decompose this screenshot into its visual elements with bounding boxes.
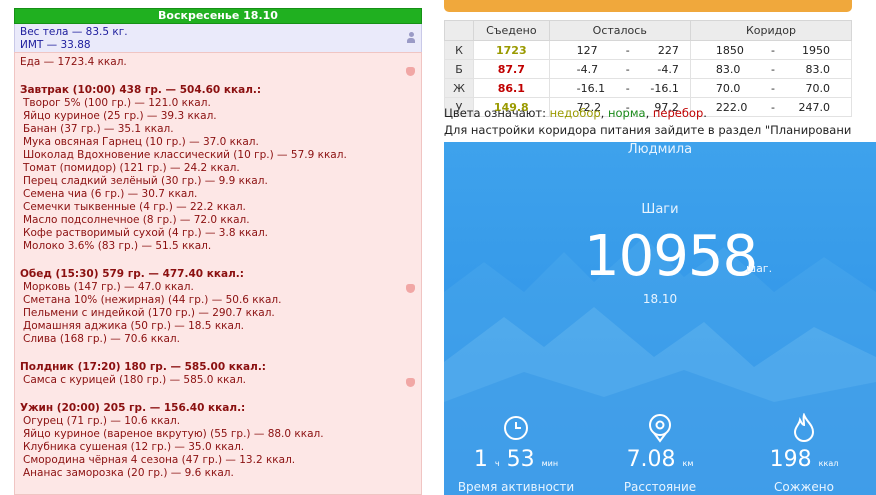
stat-value: 7.08 км (626, 447, 694, 472)
steps-date: 18.10 (642, 292, 678, 306)
meal-item: Морковь (147 гр.) — 47.0 ккал. (23, 281, 194, 293)
clock-icon (444, 412, 588, 444)
meal-item: Клубника сушеная (12 гр.) — 35.0 ккал. (23, 441, 245, 453)
steps-app-screenshot: Людмила Шаги 10958 шаг. 18.10 1 ч 53 мин… (444, 142, 876, 495)
nutrition-summary-table: Съедено Осталось Коридор К 1723 127-227 … (444, 20, 853, 117)
meal-item: Банан (37 гр.) — 35.1 ккал. (23, 123, 174, 135)
eaten-cell: 86.1 (473, 78, 550, 98)
col-left: Осталось (548, 20, 691, 41)
left-cell: -16.1- -16.1 (548, 78, 691, 98)
meals-box: Еда — 1723.4 ккал. Завтрак (10:00) 438 г… (14, 52, 422, 495)
weight-box: Вес тела — 83.5 кг. ИМТ — 33.88 (14, 24, 422, 53)
stat-distance: 7.08 км Расстояние (588, 412, 732, 495)
row-label: К (444, 40, 474, 60)
stat-value: 198 ккал (769, 447, 839, 472)
corridor-cell: 1850-1950 (689, 40, 853, 60)
col-eaten: Съедено (473, 20, 550, 41)
meal-item: Мука овсяная Гарнец (10 гр.) — 37.0 ккал… (23, 136, 259, 148)
meal-dinner: Ужин (20:00) 205 гр. — 156.40 ккал.: Огу… (20, 402, 416, 480)
legend-deficit: недобор (549, 106, 601, 120)
meal-item: Масло подсолнечное (8 гр.) — 72.0 ккал. (23, 214, 250, 226)
meal-item: Кофе растворимый сухой (4 гр.) — 3.8 кка… (23, 227, 269, 239)
stat-value: 1 ч 53 мин (473, 447, 559, 472)
meal-item: Пельмени с индейкой (170 гр.) — 290.7 кк… (23, 307, 275, 319)
table-corner (444, 20, 474, 41)
meal-title: Завтрак (10:00) 438 гр. — 504.60 ккал.: (20, 84, 262, 96)
meal-item: Слива (168 гр.) — 70.6 ккал. (23, 333, 180, 345)
meal-item: Сметана 10% (нежирная) (44 гр.) — 50.6 к… (23, 294, 282, 306)
meal-title: Ужин (20:00) 205 гр. — 156.40 ккал.: (20, 402, 246, 414)
bmi-line: ИМТ — 33.88 (20, 39, 91, 51)
meal-item: Молоко 3.6% (83 гр.) — 51.5 ккал. (23, 240, 212, 252)
legend-prefix: Цвета означают: (444, 106, 546, 120)
corridor-cell: 83.0-83.0 (689, 59, 853, 79)
person-icon[interactable] (407, 32, 415, 43)
meal-item: Домашняя аджика (50 гр.) — 18.5 ккал. (23, 320, 244, 332)
meal-item: Самса с курицей (180 гр.) — 585.0 ккал. (23, 374, 246, 386)
meal-item: Шоколад Вдохновение классический (10 гр.… (23, 149, 347, 161)
meal-lunch: Обед (15:30) 579 гр. — 477.40 ккал.: Мор… (20, 268, 416, 346)
meal-item: Смородина чёрная 4 сезона (47 гр.) — 13.… (23, 454, 296, 466)
corridor-note: Для настройки коридора питания зайдите в… (444, 124, 852, 137)
table-row: Б 87.7 -4.7- -4.7 83.0-83.0 (444, 59, 853, 79)
eaten-cell: 1723 (473, 40, 550, 60)
meal-item: Яйцо куриное (25 гр.) — 39.3 ккал. (23, 110, 217, 122)
orange-button-bar[interactable] (444, 0, 852, 12)
steps-value: 10958 (584, 224, 758, 289)
food-total: Еда — 1723.4 ккал. (20, 56, 127, 68)
row-label: Б (444, 59, 474, 79)
table-row: Ж 86.1 -16.1- -16.1 70.0-70.0 (444, 78, 853, 98)
corridor-cell: 70.0-70.0 (689, 78, 853, 98)
meal-item: Семечки тыквенные (4 гр.) — 22.2 ккал. (23, 201, 246, 213)
stat-calories: 198 ккал Сожжено (732, 412, 876, 495)
meal-title: Полдник (17:20) 180 гр. — 585.00 ккал.: (20, 361, 267, 373)
meal-item: Яйцо куриное (вареное вкрутую) (55 гр.) … (23, 428, 324, 440)
meal-item: Томат (помидор) (121 гр.) — 24.2 ккал. (23, 162, 240, 174)
stat-active-time: 1 ч 53 мин Время активности (444, 412, 588, 495)
meal-item: Огурец (71 гр.) — 10.6 ккал. (23, 415, 181, 427)
hand-icon[interactable] (406, 67, 415, 76)
stat-label: Время активности (457, 480, 575, 494)
corridor-cell: 222.0-247.0 (689, 97, 853, 117)
eaten-cell: 87.7 (473, 59, 550, 79)
meal-snack: Полдник (17:20) 180 гр. — 585.00 ккал.: … (20, 361, 416, 387)
row-label: Ж (444, 78, 474, 98)
left-cell: -4.7- -4.7 (548, 59, 691, 79)
meal-item: Творог 5% (100 гр.) — 121.0 ккал. (23, 97, 211, 109)
user-name: Людмила (627, 142, 693, 157)
stat-label: Расстояние (623, 480, 697, 494)
hand-icon[interactable] (406, 284, 415, 293)
col-corridor: Коридор (689, 20, 853, 41)
legend-excess: перебор (652, 106, 704, 120)
day-header: Воскресенье 18.10 (14, 8, 422, 24)
location-icon (588, 412, 732, 444)
meal-item: Перец сладкий зелёный (30 гр.) — 9.9 кка… (23, 175, 268, 187)
hand-icon[interactable] (406, 378, 415, 387)
steps-unit: шаг. (746, 262, 773, 275)
table-row: К 1723 127-227 1850-1950 (444, 40, 853, 60)
weight-line: Вес тела — 83.5 кг. (20, 26, 128, 38)
stat-label: Сожжено (774, 480, 834, 494)
legend-norm: норма (607, 106, 646, 120)
color-legend: Цвета означают: недобор, норма, перебор. (444, 106, 707, 120)
steps-label: Шаги (641, 202, 679, 217)
flame-icon (732, 412, 876, 444)
meal-item: Ананас заморозка (20 гр.) — 9.6 ккал. (23, 467, 234, 479)
meal-item: Семена чиа (6 гр.) — 30.7 ккал. (23, 188, 198, 200)
meal-breakfast: Завтрак (10:00) 438 гр. — 504.60 ккал.: … (20, 84, 416, 253)
left-cell: 127-227 (548, 40, 691, 60)
diary-panel: Воскресенье 18.10 Вес тела — 83.5 кг. ИМ… (14, 8, 422, 495)
meal-title: Обед (15:30) 579 гр. — 477.40 ккал.: (20, 268, 244, 280)
